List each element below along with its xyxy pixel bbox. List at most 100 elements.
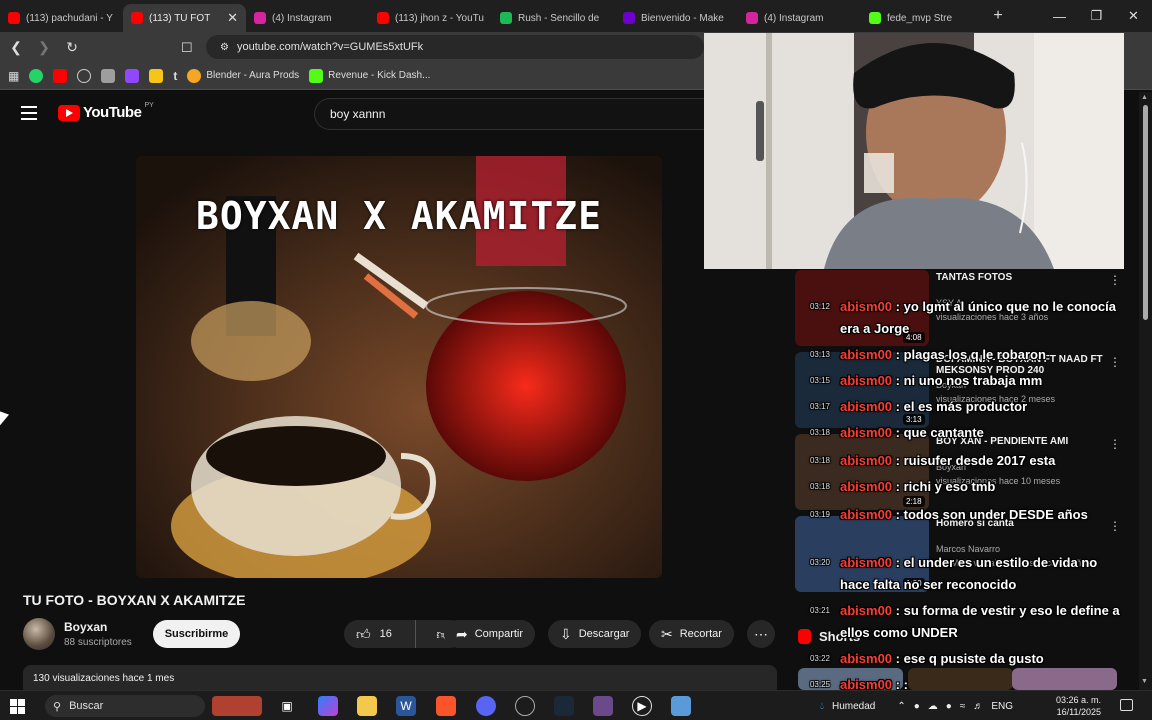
scrollbar-thumb[interactable] xyxy=(1143,105,1148,320)
tray-icon[interactable]: ● xyxy=(914,701,920,712)
menu-icon[interactable] xyxy=(21,106,37,120)
discord-icon[interactable] xyxy=(476,696,496,716)
apps-icon[interactable]: ▦ xyxy=(8,69,19,83)
document-icon[interactable] xyxy=(101,68,116,83)
search-input[interactable]: boy xannn xyxy=(314,98,714,130)
restore-icon[interactable]: ❐ xyxy=(1078,0,1115,32)
chat-username: abism00 xyxy=(840,479,893,494)
wifi-icon[interactable]: ≈ xyxy=(960,701,966,712)
chat-timestamp: 03:21 xyxy=(809,606,830,615)
subscribe-button[interactable]: Suscribirme xyxy=(153,620,240,648)
chat-message: 03:22 abism00 : ese q pusiste da gusto xyxy=(810,648,1120,670)
more-icon: ⋯ xyxy=(754,626,768,642)
chat-message: 03:17 abism00 : el es más productor xyxy=(810,396,1120,418)
browser-tab[interactable]: (113) TU FOT ✕ xyxy=(123,4,246,32)
webcam-frame xyxy=(704,33,1124,269)
download-button[interactable]: ⇩ Descargar xyxy=(548,620,642,648)
weather-icon[interactable]: 💧︎ xyxy=(820,701,824,712)
close-window-icon[interactable]: ✕ xyxy=(1115,0,1152,32)
twitch-icon[interactable] xyxy=(125,68,140,83)
browser-tab[interactable]: Bienvenido - Make xyxy=(615,4,738,32)
search-highlight-icon[interactable] xyxy=(212,696,262,716)
chevron-up-icon[interactable]: ⌃ xyxy=(897,701,905,712)
chat-username: abism00 xyxy=(840,603,893,618)
media-player-icon[interactable]: ▶ xyxy=(632,696,652,716)
youtube-logo[interactable]: YouTube PY xyxy=(58,102,154,121)
tab-title: Rush - Sencillo de xyxy=(518,12,600,24)
notification-icon[interactable] xyxy=(1120,699,1133,711)
video-title: TU FOTO - BOYXAN X AKAMITZE xyxy=(23,592,246,608)
more-actions-button[interactable]: ⋯ xyxy=(747,620,775,648)
tab-title: (4) Instagram xyxy=(272,12,332,24)
chat-username: abism00 xyxy=(840,453,893,468)
bookmark-icon[interactable]: ☐ xyxy=(181,40,193,56)
like-button[interactable]: 👍︎ 16 xyxy=(344,620,416,648)
tab-title: (113) TU FOT xyxy=(149,12,211,24)
youtube-header: YouTube PY boy xannn xyxy=(0,92,714,136)
scroll-down-icon[interactable]: ▼ xyxy=(1141,678,1148,685)
brave-icon[interactable] xyxy=(436,696,456,716)
whatsapp-icon[interactable] xyxy=(29,68,44,83)
chat-message: 03:12 abism00 : yo lgmt al único que no l… xyxy=(810,296,1120,340)
volume-icon[interactable]: ♬ xyxy=(973,701,983,712)
clip-button[interactable]: ✂ Recortar xyxy=(649,620,734,648)
tab-favicon-icon xyxy=(8,12,20,24)
chatgpt-icon[interactable] xyxy=(77,68,92,83)
tumblr-icon[interactable]: t xyxy=(173,69,177,83)
clock[interactable]: 03:26 a. m. 16/11/2025 xyxy=(1056,694,1101,718)
forward-icon[interactable]: ❯ xyxy=(32,39,56,56)
minimize-icon[interactable]: — xyxy=(1041,0,1078,32)
channel-name[interactable]: Boyxan xyxy=(64,620,107,634)
close-tab-icon[interactable]: ✕ xyxy=(227,10,238,26)
file-explorer-icon[interactable] xyxy=(357,696,377,716)
url-text: youtube.com/watch?v=GUMEs5xtUFk xyxy=(236,41,424,53)
video-player[interactable]: BOYXAN X AKAMITZE xyxy=(136,156,662,578)
cloud-icon[interactable]: ☁ xyxy=(928,701,938,712)
windows-start-icon[interactable] xyxy=(10,699,25,714)
share-button[interactable]: ➦ Compartir xyxy=(444,620,536,648)
reload-icon[interactable]: ↻ xyxy=(60,39,84,56)
tab-favicon-icon xyxy=(254,12,266,24)
tab-favicon-icon xyxy=(131,12,143,24)
subscriber-count: 88 suscriptores xyxy=(64,637,132,648)
steam-icon[interactable] xyxy=(554,696,574,716)
browser-tab[interactable]: (4) Instagram xyxy=(246,4,369,32)
chat-text: plagas los q le robaron xyxy=(903,347,1046,362)
chat-timestamp: 03:22 xyxy=(809,654,830,663)
taskbar-search[interactable]: ⚲ Buscar xyxy=(45,695,205,717)
tab-favicon-icon xyxy=(746,12,758,24)
browser-tab[interactable]: (4) Instagram xyxy=(738,4,861,32)
task-view-icon[interactable]: ▣ xyxy=(277,696,297,716)
new-tab-button[interactable]: + xyxy=(984,7,1012,25)
browser-tab[interactable]: Rush - Sencillo de xyxy=(492,4,615,32)
site-settings-icon[interactable]: ⚙ xyxy=(220,42,229,53)
chat-text: ni uno nos trabaja mm xyxy=(903,373,1043,388)
chat-separator: : xyxy=(892,299,904,314)
page-scrollbar[interactable]: ▲ ▼ xyxy=(1139,92,1152,690)
scroll-up-icon[interactable]: ▲ xyxy=(1141,94,1148,101)
bookmark-blender[interactable]: Blender - Aura Prods xyxy=(187,68,299,83)
youtube-play-icon xyxy=(58,104,80,121)
chat-username: abism00 xyxy=(840,399,893,414)
back-icon[interactable]: ❮ xyxy=(4,39,28,56)
system-tray: 💧︎ Humedad ⌃ ● ☁ ● ≈ ♬ ENG xyxy=(820,700,1014,712)
app-icon[interactable] xyxy=(593,696,613,716)
bookmark-yellow-icon[interactable] xyxy=(149,68,164,83)
microphone-icon[interactable]: ● xyxy=(946,701,952,712)
bookmark-kick[interactable]: Revenue - Kick Dash... xyxy=(309,68,430,83)
chat-message: 03:13 abism00 : plagas los q le robaron xyxy=(810,344,1120,366)
notepad-icon[interactable] xyxy=(671,696,691,716)
chat-separator: : xyxy=(892,425,904,440)
browser-tab[interactable]: (113) jhon z - YouTu xyxy=(369,4,492,32)
copilot-icon[interactable] xyxy=(318,696,338,716)
browser-tab[interactable]: (113) pachudani - Y xyxy=(0,4,123,32)
address-bar[interactable]: ⚙ youtube.com/watch?v=GUMEs5xtUFk xyxy=(206,35,704,59)
youtube-icon[interactable] xyxy=(53,68,68,83)
channel-avatar[interactable] xyxy=(23,618,55,650)
more-vert-icon[interactable]: ⋮ xyxy=(1109,273,1121,287)
browser-tab[interactable]: fede_mvp Stre xyxy=(861,4,984,32)
obs-icon[interactable] xyxy=(515,696,535,716)
chat-message: 03:20 abism00 : el under es un estilo de … xyxy=(810,552,1120,596)
word-icon[interactable]: W xyxy=(396,696,416,716)
chat-separator: : xyxy=(892,603,904,618)
